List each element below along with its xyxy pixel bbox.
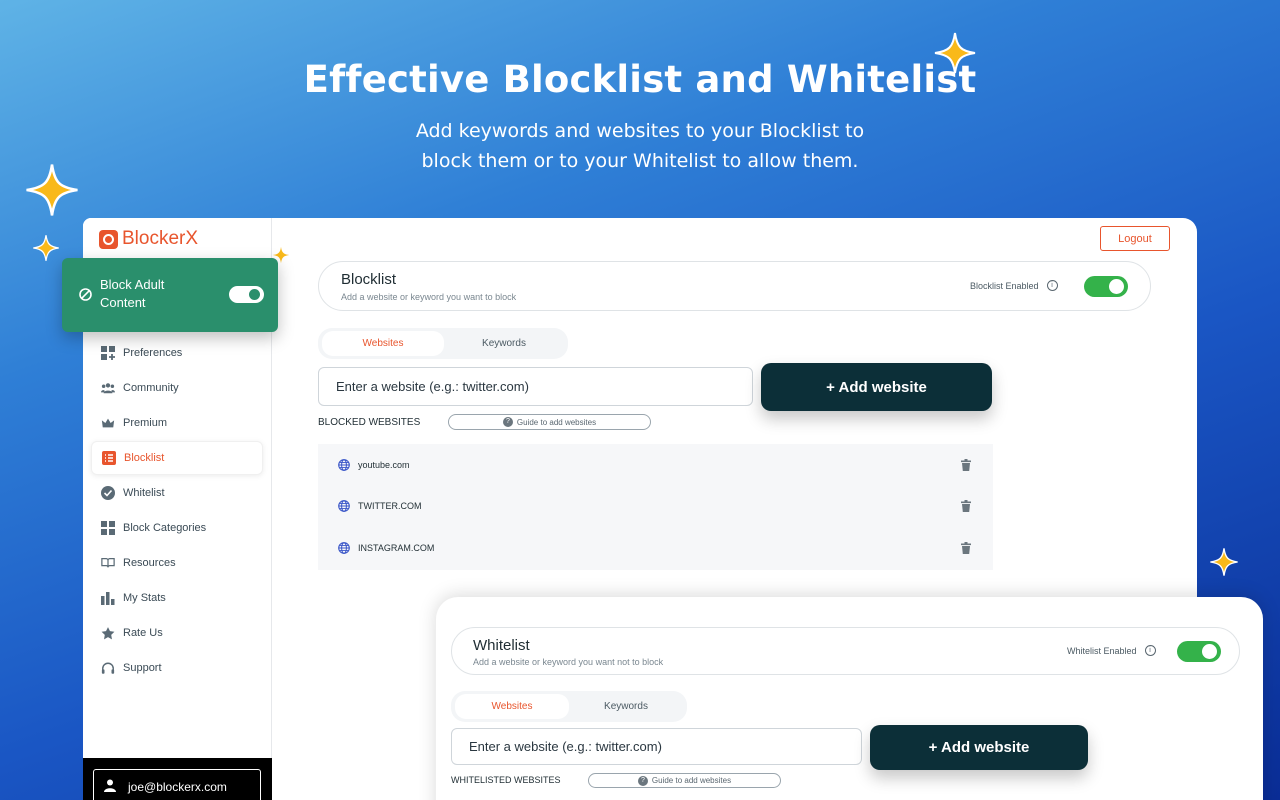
whitelist-tabs: Websites Keywords <box>451 691 687 722</box>
sidebar-nav: Preferences Community Premium Blocklist … <box>91 336 263 686</box>
tab-keywords[interactable]: Keywords <box>444 331 564 356</box>
brand-name: BlockerX <box>122 228 199 249</box>
blocked-sites-list: youtube.com TWITTER.COM INSTAGRAM.COM <box>318 444 993 570</box>
list-item: INSTAGRAM.COM <box>318 538 993 558</box>
book-icon <box>101 556 115 570</box>
website-input[interactable]: Enter a website (e.g.: twitter.com) <box>318 367 753 406</box>
guide-button[interactable]: ? Guide to add websites <box>448 414 651 430</box>
user-account-button[interactable]: joe@blockerx.com <box>93 769 261 800</box>
sidebar-item-label: Whitelist <box>123 487 165 499</box>
whitelist-website-input[interactable]: Enter a website (e.g.: twitter.com) <box>451 728 862 765</box>
sidebar-item-label: Community <box>123 382 179 394</box>
sidebar-item-preferences[interactable]: Preferences <box>91 336 263 370</box>
tab-keywords[interactable]: Keywords <box>569 694 683 719</box>
site-name: TWITTER.COM <box>358 501 422 511</box>
hero-subtitle: Add keywords and websites to your Blockl… <box>415 120 865 172</box>
blocklist-title: Blocklist <box>341 271 397 288</box>
brand-logo[interactable]: BlockerX <box>99 228 198 250</box>
tab-websites[interactable]: Websites <box>322 331 444 356</box>
sidebar-item-whitelist[interactable]: Whitelist <box>91 476 263 510</box>
star-icon <box>101 626 115 640</box>
whitelist-header: Whitelist Add a website or keyword you w… <box>451 627 1240 675</box>
whitelist-guide-button[interactable]: ? Guide to add websites <box>588 773 781 788</box>
sidebar-item-label: Support <box>123 662 162 674</box>
sidebar-item-my-stats[interactable]: My Stats <box>91 581 263 615</box>
crown-icon <box>101 416 115 430</box>
whitelisted-websites-label: WHITELISTED WEBSITES <box>451 775 561 785</box>
blocklist-enabled-toggle[interactable] <box>1084 276 1128 297</box>
trash-icon[interactable] <box>961 500 971 512</box>
sidebar-item-label: Premium <box>123 417 168 429</box>
headset-icon <box>101 661 115 675</box>
globe-icon <box>338 459 350 471</box>
check-circle-icon <box>101 486 115 500</box>
sidebar-item-resources[interactable]: Resources <box>91 546 263 580</box>
sidebar-item-blocklist[interactable]: Blocklist <box>91 441 263 475</box>
whitelist-subtitle: Add a website or keyword you want not to… <box>473 657 664 667</box>
info-icon[interactable]: i <box>1046 280 1058 291</box>
user-icon <box>104 779 116 795</box>
info-icon[interactable]: i <box>1144 645 1156 656</box>
blocklist-header: Blocklist Add a website or keyword you w… <box>318 261 1151 311</box>
sidebar-item-label: Blocklist <box>124 452 165 464</box>
whitelist-enabled-toggle[interactable] <box>1177 641 1221 662</box>
sidebar-item-community[interactable]: Community <box>91 371 263 405</box>
block-adult-content-card: Block Adult Content <box>62 258 278 332</box>
sidebar-item-support[interactable]: Support <box>91 651 263 685</box>
blocklist-enabled-status: Blocklist Enabled i <box>970 280 1058 291</box>
list-item: youtube.com <box>318 455 993 475</box>
question-icon: ? <box>637 775 648 786</box>
add-website-button[interactable]: + Add website <box>761 363 992 411</box>
whitelist-card: Whitelist Add a website or keyword you w… <box>436 597 1263 800</box>
site-name: INSTAGRAM.COM <box>358 543 435 553</box>
sparkle-icon <box>26 164 78 216</box>
globe-icon <box>338 542 350 554</box>
community-icon <box>101 381 115 395</box>
sidebar-item-label: Block Categories <box>123 522 207 534</box>
bar-chart-icon <box>101 591 115 605</box>
user-email: joe@blockerx.com <box>128 780 227 794</box>
hero-title: Effective Blocklist and Whitelist <box>303 58 977 101</box>
site-name: youtube.com <box>358 460 410 470</box>
whitelist-title: Whitelist <box>473 637 530 654</box>
sidebar-item-label: My Stats <box>123 592 166 604</box>
sidebar-footer: joe@blockerx.com <box>83 758 272 800</box>
globe-icon <box>338 500 350 512</box>
whitelist-enabled-status: Whitelist Enabled i <box>1067 645 1156 656</box>
block-adult-content-toggle[interactable] <box>229 286 264 303</box>
sidebar-item-rate-us[interactable]: Rate Us <box>91 616 263 650</box>
sparkle-icon <box>934 32 976 74</box>
sidebar-item-label: Resources <box>123 557 176 569</box>
blocked-websites-label: BLOCKED WEBSITES <box>318 417 421 428</box>
trash-icon[interactable] <box>961 542 971 554</box>
blocklist-subtitle: Add a website or keyword you want to blo… <box>341 292 517 302</box>
block-adult-content-label: Block Adult Content <box>100 277 165 310</box>
list-icon <box>102 451 116 465</box>
logout-button[interactable]: Logout <box>1100 226 1170 251</box>
sidebar-item-premium[interactable]: Premium <box>91 406 263 440</box>
blocklist-tabs: Websites Keywords <box>318 328 568 359</box>
list-item: TWITTER.COM <box>318 496 993 516</box>
trash-icon[interactable] <box>961 459 971 471</box>
sidebar-item-block-categories[interactable]: Block Categories <box>91 511 263 545</box>
sidebar-item-label: Rate Us <box>123 627 163 639</box>
preferences-icon <box>101 346 115 360</box>
grid-icon <box>101 521 115 535</box>
whitelist-add-website-button[interactable]: + Add website <box>870 725 1088 770</box>
sparkle-icon <box>1210 548 1238 576</box>
sidebar-item-label: Preferences <box>123 347 183 359</box>
blockerx-logo-icon <box>99 229 118 249</box>
tab-websites[interactable]: Websites <box>455 694 569 719</box>
block-icon <box>79 288 92 301</box>
sparkle-icon <box>33 235 59 261</box>
question-icon: ? <box>502 417 513 427</box>
